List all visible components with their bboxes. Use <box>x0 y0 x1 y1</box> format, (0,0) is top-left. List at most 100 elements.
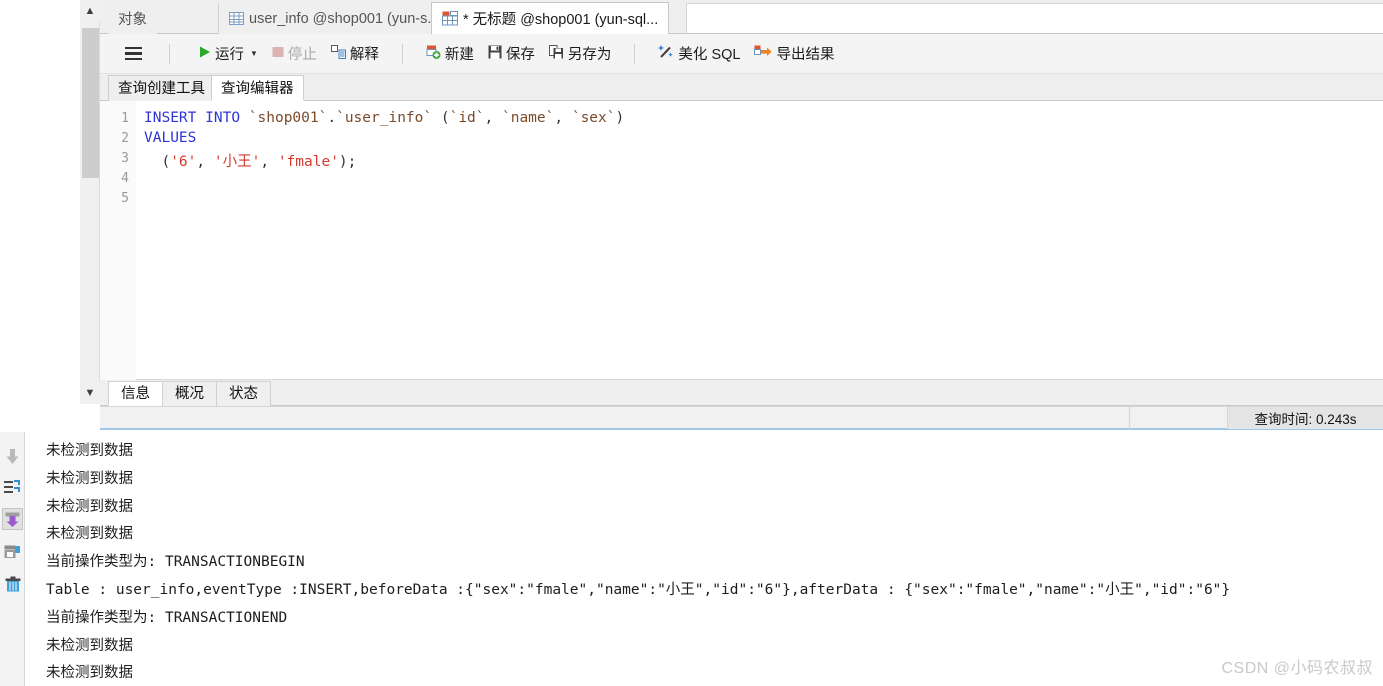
value-name: '小王' <box>213 154 261 170</box>
console-line: 未检测到数据 <box>46 498 133 515</box>
watermark: CSDN @小码农叔叔 <box>1221 660 1373 677</box>
console-line: 未检测到数据 <box>46 637 133 654</box>
console-output[interactable]: 未检测到数据 未检测到数据 未检测到数据 未检测到数据 当前操作类型为: TRA… <box>26 432 1383 686</box>
console-line: 未检测到数据 <box>46 470 133 487</box>
status-cell-empty-left <box>100 407 1130 429</box>
console-sidebar <box>0 432 25 686</box>
comma-2: , <box>554 110 572 126</box>
tab-untitled-query-label: * 无标题 @shop001 (yun-sql... <box>463 12 659 28</box>
new-file-icon <box>426 45 441 63</box>
new-button[interactable]: 新建 <box>419 40 481 67</box>
trash-icon[interactable] <box>2 573 23 595</box>
console-panel: 未检测到数据 未检测到数据 未检测到数据 未检测到数据 当前操作类型为: TRA… <box>0 432 1383 686</box>
keyword-into: INTO <box>205 110 241 126</box>
save-down-icon[interactable] <box>2 508 23 530</box>
query-time-label: 查询时间: 0.243s <box>1228 407 1383 429</box>
result-tab-status[interactable]: 状态 <box>216 381 271 406</box>
tab-objects[interactable]: 对象 <box>108 3 157 34</box>
magic-wand-icon <box>658 44 674 63</box>
close-paren: ) <box>615 110 625 126</box>
hamburger-icon <box>125 46 142 61</box>
result-tab-info[interactable]: 信息 <box>108 381 163 406</box>
keyword-values: VALUES <box>144 130 197 146</box>
comma-3: , <box>196 154 214 170</box>
close-paren-semicolon: ); <box>338 154 357 170</box>
query-subtab-bar: 查询创建工具 查询编辑器 <box>100 74 1383 101</box>
menu-button[interactable] <box>118 44 153 64</box>
column-sex: `sex` <box>571 110 616 126</box>
subtab-query-builder[interactable]: 查询创建工具 <box>108 75 215 101</box>
console-line: 未检测到数据 <box>46 665 133 682</box>
code-line-3: ('6', '小王', 'fmale'); <box>144 150 356 171</box>
app-root: ▲ ▼ 对象 user_info @shop001 (yun-s... * 无标… <box>0 0 1383 686</box>
line-number: 1 <box>121 111 129 126</box>
floppy-save-icon <box>488 45 502 63</box>
stop-label: 停止 <box>287 47 317 63</box>
value-sex: 'fmale' <box>277 154 339 170</box>
export-icon <box>754 45 772 63</box>
save-button[interactable]: 保存 <box>481 40 542 67</box>
column-id: `id` <box>449 110 485 126</box>
stop-button[interactable]: 停止 <box>265 40 324 67</box>
scrollbar-thumb[interactable] <box>82 28 99 178</box>
line-number: 4 <box>121 171 129 186</box>
subtab-query-editor[interactable]: 查询编辑器 <box>211 75 304 101</box>
play-icon <box>199 46 211 62</box>
explain-button[interactable]: 解释 <box>324 40 386 67</box>
status-cell-empty-right <box>1130 407 1228 429</box>
tab-user-info[interactable]: user_info @shop001 (yun-s... <box>218 3 451 34</box>
toolbar-divider-2 <box>401 43 403 64</box>
chevron-down-icon[interactable]: ▼ <box>250 49 258 58</box>
save-as-label: 另存为 <box>567 47 612 63</box>
console-line: 未检测到数据 <box>46 526 133 543</box>
dot: . <box>327 110 337 126</box>
code-line-2: VALUES <box>144 130 196 146</box>
line-number: 5 <box>121 191 129 206</box>
open-paren: ( <box>432 110 450 126</box>
sql-editor[interactable]: 1 2 3 4 5 INSERT INTO `shop001`.`user_in… <box>100 101 1383 380</box>
export-result-button[interactable]: 导出结果 <box>747 40 841 67</box>
print-save-icon[interactable] <box>2 542 23 564</box>
table-new-icon <box>442 11 458 26</box>
sql-code-area[interactable]: INSERT INTO `shop001`.`user_info` (`id`,… <box>144 101 1383 380</box>
scroll-down-icon[interactable]: ▼ <box>80 382 100 404</box>
console-line: 当前操作类型为: TRANSACTIONEND <box>46 609 288 626</box>
editor-tab-bar: 对象 user_info @shop001 (yun-s... * 无标题 @s… <box>100 0 1383 35</box>
indent-open-paren: ( <box>144 154 171 170</box>
comma-1: , <box>484 110 502 126</box>
result-tab-bar: 信息 概况 状态 <box>100 380 1383 406</box>
space-2 <box>240 110 249 126</box>
export-result-label: 导出结果 <box>776 47 835 63</box>
sync-list-icon[interactable] <box>2 477 23 499</box>
save-label: 保存 <box>505 47 535 63</box>
table-identifier: `user_info` <box>336 110 433 126</box>
tab-user-info-label: user_info @shop001 (yun-s... <box>249 10 440 27</box>
toolbar-divider <box>169 43 170 64</box>
beautify-sql-button[interactable]: 美化 SQL <box>651 40 747 67</box>
run-label: 运行 <box>215 47 244 63</box>
console-line: Table : user_info,eventType :INSERT,befo… <box>46 581 1231 598</box>
result-tab-profile[interactable]: 概况 <box>162 381 217 406</box>
download-arrow-icon[interactable] <box>2 446 23 468</box>
run-button[interactable]: 运行 ▼ <box>192 40 265 67</box>
grid-icon <box>229 11 244 26</box>
status-bar: 查询时间: 0.243s <box>100 406 1383 430</box>
save-as-button[interactable]: 另存为 <box>542 40 619 67</box>
keyword-insert: INSERT <box>144 110 197 126</box>
tab-untitled-query[interactable]: * 无标题 @shop001 (yun-sql... <box>431 2 670 35</box>
console-line: 当前操作类型为: TRANSACTIONBEGIN <box>46 554 305 571</box>
explain-icon <box>330 44 346 63</box>
save-as-icon <box>548 44 564 63</box>
toolbar-divider-3 <box>634 43 636 64</box>
code-line-1: INSERT INTO `shop001`.`user_info` (`id`,… <box>144 110 624 126</box>
tab-objects-label: 对象 <box>118 12 147 28</box>
beautify-sql-label: 美化 SQL <box>678 47 741 63</box>
pane-vertical-scrollbar[interactable]: ▲ ▼ <box>80 0 100 404</box>
stop-icon <box>272 46 284 62</box>
tab-bar-empty-area <box>686 3 1383 33</box>
line-number: 3 <box>121 151 129 166</box>
console-line: 未检测到数据 <box>46 443 133 459</box>
column-name: `name` <box>501 110 555 126</box>
scroll-up-icon[interactable]: ▲ <box>80 0 100 22</box>
